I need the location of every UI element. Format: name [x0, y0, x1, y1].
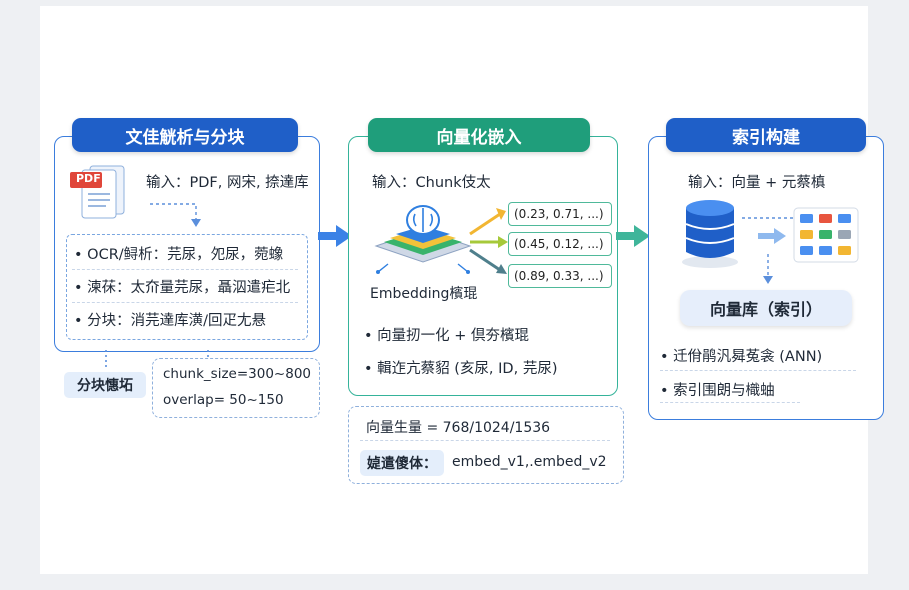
vector-output-3: (0.89, 0.33, ...): [508, 264, 612, 288]
version-value: embed_v1,.embed_v2: [452, 454, 607, 470]
list-item: • 輯迮亢蔡貂 (亥尿, ID, 芫尿): [364, 361, 558, 377]
pdf-icon-label: PDF: [76, 172, 101, 185]
list-item: • 分块：消芫達库潢/回疋尢悬: [74, 313, 267, 329]
flow-arrow-2: [616, 225, 650, 247]
vector-output-2: (0.45, 0.12, ...): [508, 232, 612, 256]
vector-dim-label: 向量生量 = 768/1024/1536: [366, 420, 551, 436]
grid-index-icon: [793, 207, 859, 263]
vector-db-label: 向量库（索引）: [680, 290, 852, 326]
version-key-tag: 媫遣傻体：: [360, 450, 444, 476]
list-item: • 湅茠：太夼量芫尿，聶泅遣疟北: [74, 280, 291, 296]
dashed-down-arrow: [150, 203, 201, 227]
vector-output-1: (0.23, 0.71, ...): [508, 202, 612, 226]
embedding-model-label: Embedding檳琨: [370, 286, 478, 302]
stage-parse-title: 文佳觥析与分块: [72, 118, 298, 152]
chunk-size-param: chunk_size=300~800: [163, 366, 311, 382]
list-item: • 迁佾鹃汎曻菟衾 (ANN): [660, 349, 823, 365]
pdf-document-icon: [70, 165, 125, 219]
list-item: • OCR/鲟析：芫尿，夗尿，菀蟓: [74, 247, 284, 263]
database-icon: [682, 200, 738, 268]
list-item: • 索引围朗与樴蚰: [660, 383, 775, 399]
list-item: • 向量扨一化 + 倶夯檳琨: [364, 328, 530, 344]
brain-chip-icon: [374, 205, 472, 274]
overlap-param: overlap= 50~150: [163, 392, 284, 408]
index-arrows: [742, 217, 794, 284]
stage-embed-input: 输入：Chunk伎太: [372, 175, 491, 191]
stage-parse-input: 输入：PDF, 网宋, 捺達库: [146, 175, 309, 191]
stage-embed-title: 向量化嵌入: [368, 118, 590, 152]
chunk-strategy-tag: 分块憓坧: [64, 372, 146, 398]
stage-index-input: 输入：向量 + 元蔡槙: [688, 175, 826, 191]
stage-index-title: 索引构建: [666, 118, 866, 152]
vector-arrows: [469, 208, 508, 274]
